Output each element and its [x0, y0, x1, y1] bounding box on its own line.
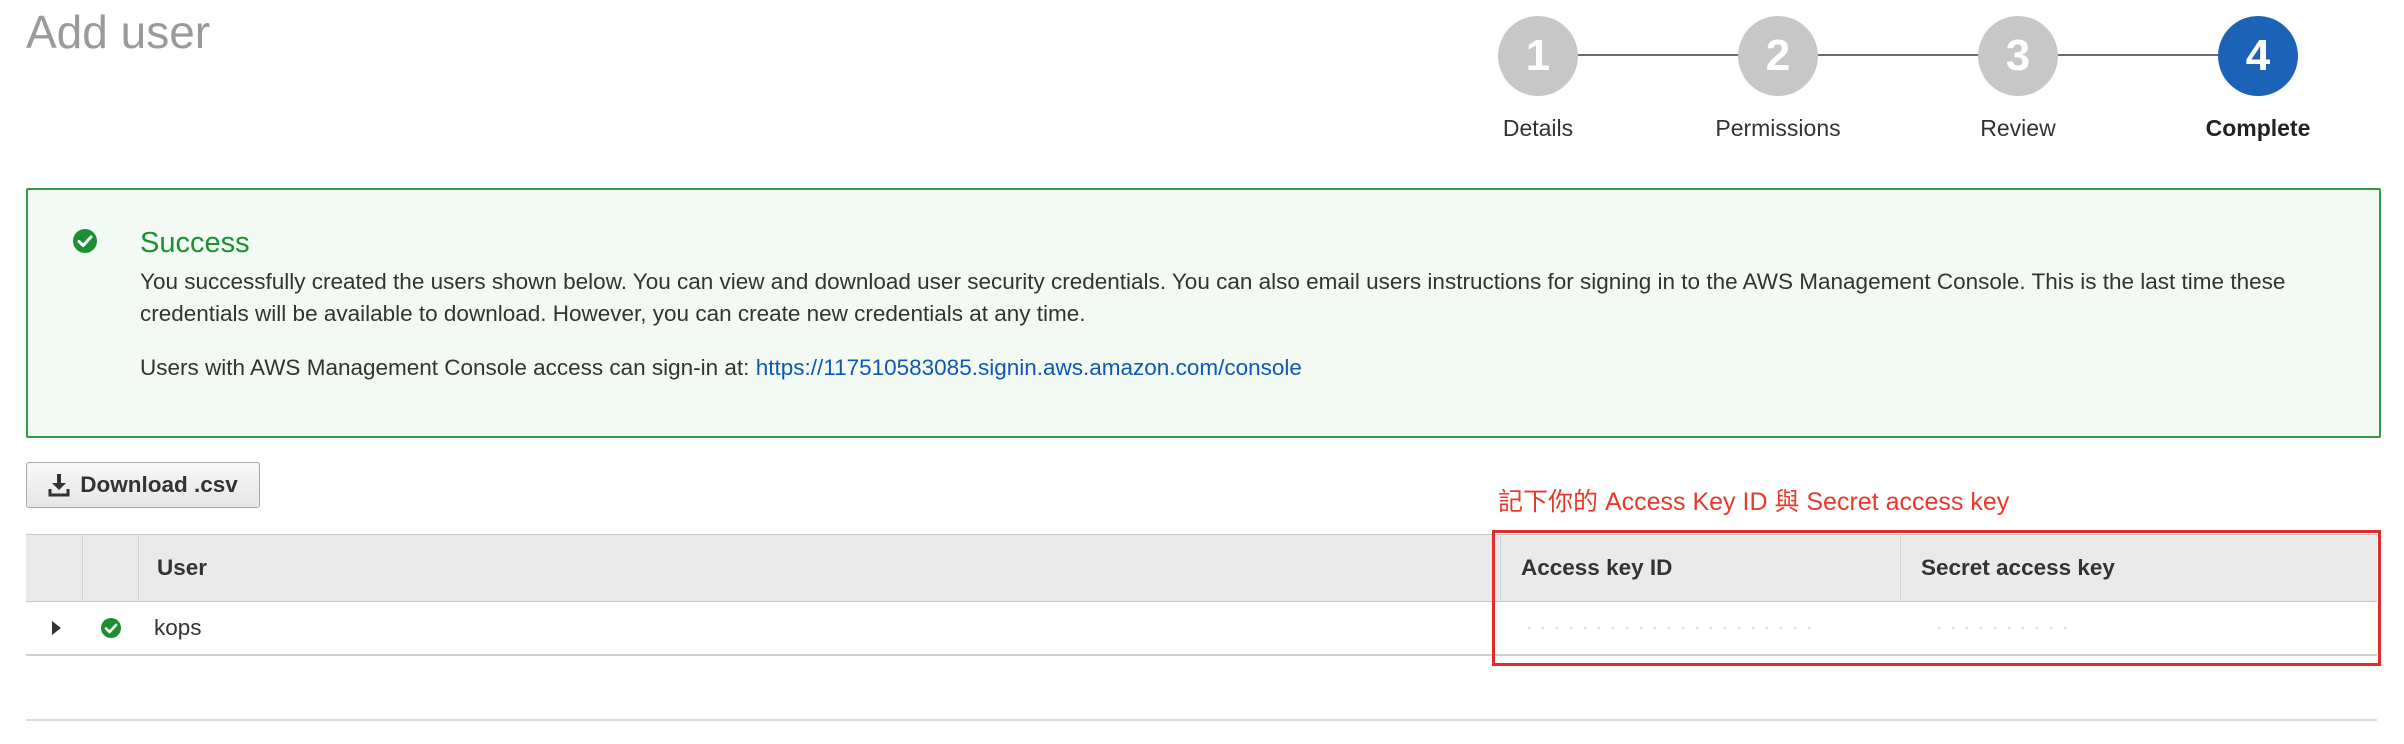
success-message: You successfully created the users shown…	[140, 269, 2286, 326]
success-title: Success	[140, 227, 250, 259]
column-header-expand	[26, 535, 82, 601]
annotation-note: 記下你的 Access Key ID 與 Secret access key	[1498, 488, 2010, 516]
column-header-access-key-id[interactable]: Access key ID	[1500, 535, 1900, 601]
step-label: Details	[1502, 115, 1574, 141]
caret-right-icon[interactable]	[52, 621, 61, 635]
table-row: kops	[26, 602, 2377, 656]
redacted-secret-access-key	[1932, 626, 2072, 630]
column-header-status	[82, 535, 138, 601]
download-label: Download .csv	[80, 472, 238, 497]
step-number: 4	[2218, 16, 2298, 96]
footer-divider	[26, 719, 2377, 721]
step-number: 3	[1978, 16, 2058, 96]
signin-info: Users with AWS Management Console access…	[140, 352, 1302, 384]
step-number: 2	[1738, 16, 1818, 96]
step-details[interactable]: 1 Details	[1438, 16, 1638, 142]
download-csv-button[interactable]: Download .csv	[26, 462, 260, 508]
step-label: Complete	[2205, 115, 2311, 141]
step-complete: 4 Complete	[2158, 16, 2358, 142]
check-circle-icon	[101, 618, 121, 638]
column-header-user[interactable]: User	[138, 535, 1520, 601]
signin-url-link[interactable]: https://117510583085.signin.aws.amazon.c…	[756, 355, 1302, 380]
page-title: Add user	[26, 6, 211, 58]
step-review[interactable]: 3 Review	[1918, 16, 2118, 142]
redacted-access-key-id	[1522, 626, 1812, 630]
step-permissions[interactable]: 2 Permissions	[1678, 16, 1878, 142]
user-name-cell: kops	[154, 615, 202, 640]
table-header: User Access key ID Secret access key	[26, 534, 2377, 602]
download-icon	[48, 474, 70, 497]
column-header-secret-access-key[interactable]: Secret access key	[1900, 535, 2377, 601]
check-circle-icon	[73, 229, 97, 253]
signin-prefix: Users with AWS Management Console access…	[140, 355, 756, 380]
step-label: Review	[1980, 115, 2056, 141]
step-number: 1	[1498, 16, 1578, 96]
success-alert: Success You successfully created the use…	[26, 188, 2381, 438]
step-label: Permissions	[1715, 115, 1841, 141]
